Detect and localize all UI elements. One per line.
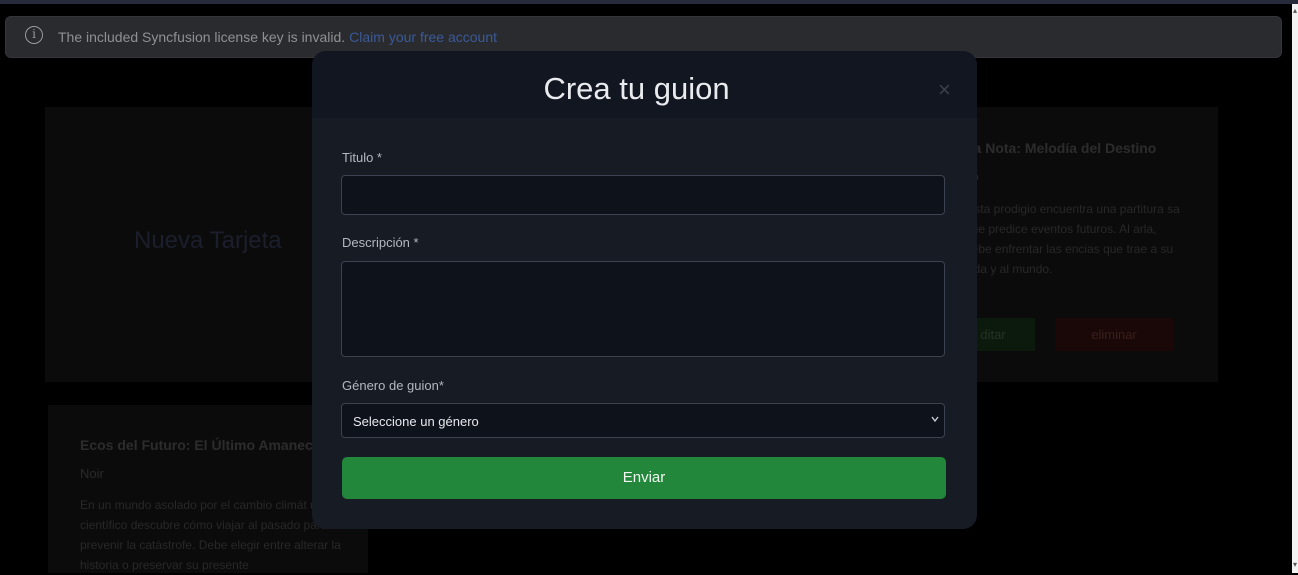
info-icon: i — [25, 26, 43, 44]
card-genre: Noir — [80, 466, 104, 481]
genre-select[interactable]: Seleccione un género — [341, 403, 945, 438]
close-icon[interactable]: × — [938, 79, 951, 101]
scroll-up-icon[interactable]: ▴ — [1292, 6, 1298, 16]
script-card: na Nota: Melodía del Destino co nista pr… — [935, 107, 1218, 382]
description-textarea[interactable] — [341, 261, 945, 357]
submit-button[interactable]: Enviar — [342, 457, 946, 499]
card-description: nista prodigio encuentra una partitura s… — [965, 202, 1180, 276]
modal-header: Crea tu guion × — [312, 51, 977, 118]
window-top-border — [0, 0, 1298, 4]
banner-message: The included Syncfusion license key is i… — [58, 29, 497, 45]
genre-select-value: Seleccione un género — [353, 414, 479, 429]
description-field-label: Descripción * — [342, 235, 419, 250]
genre-field-label: Género de guion* — [342, 378, 444, 393]
delete-button[interactable]: eliminar — [1055, 318, 1173, 351]
create-script-modal: Crea tu guion × Titulo * Descripción * G… — [312, 51, 977, 529]
banner-text: The included Syncfusion license key is i… — [58, 29, 346, 45]
page-scrollbar[interactable] — [1292, 4, 1298, 573]
modal-title: Crea tu guion — [543, 71, 730, 106]
card-title: Ecos del Futuro: El Último Amanece — [80, 437, 321, 453]
card-description: En un mundo asolado por el cambio climát… — [80, 498, 341, 572]
card-title: na Nota: Melodía del Destino — [965, 140, 1157, 156]
title-field-label: Titulo * — [342, 150, 382, 165]
new-card-label: Nueva Tarjeta — [134, 227, 282, 254]
claim-account-link[interactable]: Claim your free account — [349, 29, 497, 45]
title-input[interactable] — [341, 175, 945, 215]
scroll-down-icon[interactable]: ▾ — [1292, 560, 1298, 570]
chevron-down-icon — [931, 416, 939, 423]
